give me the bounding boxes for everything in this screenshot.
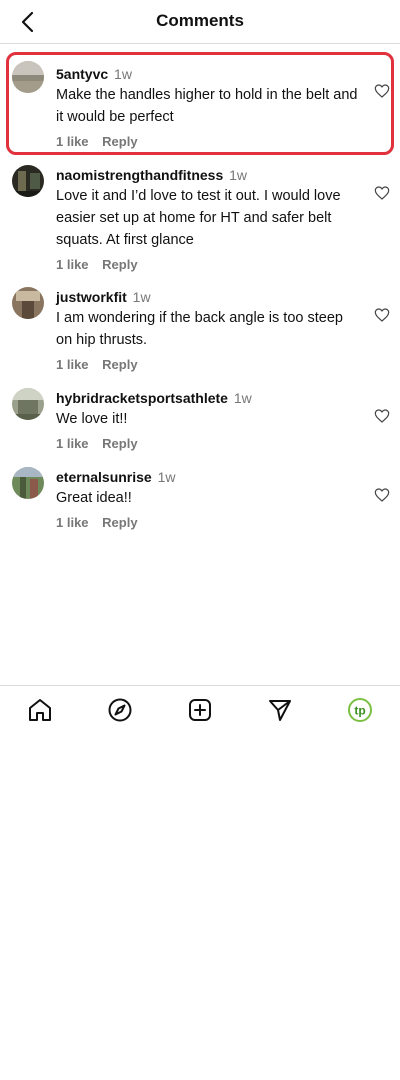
comment-text: Great idea!! (56, 490, 132, 506)
avatar[interactable] (12, 467, 44, 499)
direct-message-icon (269, 699, 291, 721)
heart-icon[interactable] (374, 408, 390, 424)
avatar[interactable] (12, 165, 44, 197)
like-count[interactable]: 1 like (56, 436, 89, 451)
comment-text: Love it and I’d love to test it out. I w… (56, 188, 341, 248)
header: Comments (0, 0, 400, 44)
comment-item: 5antyvc 1w Make the handles higher to ho… (6, 52, 394, 155)
comment-actions: 1 like Reply (56, 134, 360, 150)
comment-text: We love it!! (56, 411, 128, 427)
like-count[interactable]: 1 like (56, 357, 89, 372)
comment-username[interactable]: eternalsunrise (56, 469, 152, 485)
nav-profile[interactable]: tp (346, 696, 374, 724)
comment-list: 5antyvc 1w Make the handles higher to ho… (0, 52, 400, 534)
avatar[interactable] (12, 61, 44, 93)
reply-button[interactable]: Reply (102, 515, 137, 530)
reply-button[interactable]: Reply (102, 257, 137, 272)
reply-button[interactable]: Reply (102, 357, 137, 372)
bottom-nav: tp (0, 685, 400, 731)
comment-item: eternalsunrise 1w Great idea!! 1 like Re… (0, 467, 400, 534)
comment-meta: justworkfit 1w (56, 287, 360, 307)
comment-meta: naomistrengthandfitness 1w (56, 165, 360, 185)
comment-time: 1w (229, 167, 248, 183)
comment-time: 1w (132, 289, 151, 305)
comment-meta: hybridracketsportsathlete 1w (56, 388, 360, 408)
comment-username[interactable]: naomistrengthandfitness (56, 167, 223, 183)
avatar[interactable] (12, 388, 44, 420)
comment-username[interactable]: 5antyvc (56, 66, 108, 82)
comment-time: 1w (157, 469, 176, 485)
nav-home[interactable] (26, 696, 54, 724)
comment-username[interactable]: hybridracketsportsathlete (56, 390, 228, 406)
comment-actions: 1 like Reply (56, 257, 360, 273)
profile-initials: tp (354, 703, 365, 717)
comment-username[interactable]: justworkfit (56, 289, 127, 305)
comment-item: naomistrengthandfitness 1w Love it and I… (0, 165, 400, 275)
comment-text: I am wondering if the back angle is too … (56, 310, 343, 348)
comment-item: hybridracketsportsathlete 1w We love it!… (0, 388, 400, 455)
comment-item: justworkfit 1w I am wondering if the bac… (0, 287, 400, 376)
reply-button[interactable]: Reply (102, 134, 137, 149)
nav-explore[interactable] (106, 696, 134, 724)
heart-icon[interactable] (374, 185, 390, 201)
page-title: Comments (156, 11, 244, 30)
comment-actions: 1 like Reply (56, 436, 360, 452)
nav-create[interactable] (186, 696, 214, 724)
heart-icon[interactable] (374, 83, 390, 99)
comment-meta: 5antyvc 1w (56, 64, 360, 84)
reply-button[interactable]: Reply (102, 436, 137, 451)
home-icon (29, 698, 51, 721)
comment-meta: eternalsunrise 1w (56, 467, 360, 487)
explore-icon (108, 698, 132, 721)
comment-actions: 1 like Reply (56, 515, 360, 531)
nav-direct[interactable] (266, 696, 294, 724)
avatar[interactable] (12, 287, 44, 319)
heart-icon[interactable] (374, 307, 390, 323)
create-icon (189, 698, 211, 721)
heart-icon[interactable] (374, 487, 390, 503)
comment-actions: 1 like Reply (56, 357, 360, 373)
like-count[interactable]: 1 like (56, 134, 89, 149)
comment-time: 1w (114, 66, 132, 82)
comment-time: 1w (233, 390, 252, 406)
comment-text: Make the handles higher to hold in the b… (56, 87, 358, 125)
like-count[interactable]: 1 like (56, 515, 89, 530)
profile-icon: tp (348, 697, 372, 722)
like-count[interactable]: 1 like (56, 257, 89, 272)
